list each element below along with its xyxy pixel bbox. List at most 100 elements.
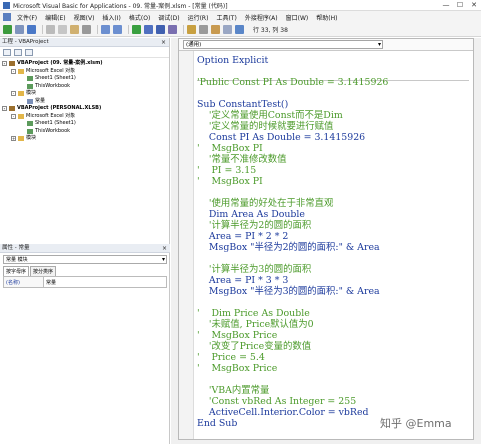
design-mode-icon[interactable]: [168, 25, 177, 34]
object-dropdown[interactable]: (通用): [183, 40, 383, 49]
expand-icon[interactable]: +: [11, 136, 16, 142]
maximize-button[interactable]: ☐: [453, 0, 467, 11]
tree-node[interactable]: + 模块: [2, 135, 167, 143]
menu-tools[interactable]: 工具(T): [216, 13, 236, 22]
close-icon[interactable]: ×: [161, 38, 166, 47]
code-line[interactable]: ' MsgBox PI: [197, 143, 263, 154]
tree-node[interactable]: 常量: [2, 98, 167, 106]
code-line[interactable]: '改变了Price变量的数值: [197, 341, 311, 352]
toggle-folders-icon[interactable]: [25, 48, 33, 56]
code-line[interactable]: ' MsgBox PI: [197, 176, 263, 187]
toolbar-separator: [97, 25, 98, 34]
tree-node[interactable]: - 模块: [2, 90, 167, 98]
code-line[interactable]: '常量不准修改数值: [197, 154, 287, 165]
folder-icon: [18, 113, 24, 119]
code-line[interactable]: End Sub: [197, 418, 237, 429]
tree-node[interactable]: Sheet1 (Sheet1): [2, 75, 167, 83]
code-margin[interactable]: [179, 51, 194, 439]
collapse-icon[interactable]: -: [11, 113, 16, 119]
code-line[interactable]: '计算半径为2的圆的面积: [197, 220, 311, 231]
code-line[interactable]: ' Price = 5.4: [197, 352, 265, 363]
menu-window[interactable]: 窗口(W): [286, 13, 309, 22]
standard-toolbar: 行 33, 列 38: [0, 23, 481, 37]
code-line[interactable]: Sub ConstantTest(): [197, 99, 288, 110]
tree-node[interactable]: Sheet1 (Sheet1): [2, 120, 167, 128]
sheet-icon: [27, 128, 33, 134]
code-line[interactable]: Option Explicit: [197, 55, 268, 66]
minimize-button[interactable]: —: [439, 0, 453, 11]
menu-edit[interactable]: 编辑(E): [45, 13, 65, 22]
object-browser-icon[interactable]: [211, 25, 220, 34]
paste-icon[interactable]: [70, 25, 79, 34]
tab-categorized[interactable]: 按分类序: [30, 266, 57, 276]
code-line[interactable]: Dim Area As Double: [197, 209, 305, 220]
menu-run[interactable]: 运行(R): [188, 13, 209, 22]
code-line[interactable]: '定义常量使用Const而不是Dim: [197, 110, 343, 121]
code-editor[interactable]: Option Explicit 'Public Const PI As Doubl…: [197, 55, 469, 439]
view-object-icon[interactable]: [14, 48, 22, 56]
find-icon[interactable]: [82, 25, 91, 34]
sheet-icon: [27, 83, 33, 89]
properties-window-icon[interactable]: [199, 25, 208, 34]
collapse-icon[interactable]: -: [11, 68, 16, 74]
save-icon[interactable]: [27, 25, 36, 34]
code-line[interactable]: Const PI As Double = 3.1415926: [197, 132, 365, 143]
collapse-icon[interactable]: -: [11, 91, 16, 97]
code-line[interactable]: ' MsgBox Price: [197, 363, 277, 374]
menu-insert[interactable]: 插入(I): [102, 13, 120, 22]
code-line[interactable]: MsgBox "半径为3的圆的面积:" & Area: [197, 286, 380, 297]
code-line[interactable]: '定义常量的时候就要进行赋值: [197, 121, 333, 132]
tree-node[interactable]: - VBAProject (PERSONAL.XLSB): [2, 105, 167, 113]
break-icon[interactable]: [144, 25, 153, 34]
tree-node[interactable]: - Microsoft Excel 对象: [2, 68, 167, 76]
code-line[interactable]: 'VBA内置常量: [197, 385, 270, 396]
code-line[interactable]: '未赋值, Price默认值为0: [197, 319, 314, 330]
menu-addins[interactable]: 外接程序(A): [245, 13, 278, 22]
cut-icon[interactable]: [46, 25, 55, 34]
toolbar-separator: [183, 25, 184, 34]
code-line[interactable]: ' Dim Price As Double: [197, 308, 310, 319]
undo-icon[interactable]: [101, 25, 110, 34]
collapse-icon[interactable]: -: [2, 61, 7, 67]
reset-icon[interactable]: [156, 25, 165, 34]
code-line[interactable]: ' MsgBox Price: [197, 330, 277, 341]
copy-icon[interactable]: [58, 25, 67, 34]
properties-panel: 属性 - 常量 × 常量 模块 按字母序 按分类序 (名称) 常量: [0, 244, 170, 288]
tree-node-label: 模块: [26, 135, 37, 141]
excel-icon[interactable]: [3, 13, 11, 21]
close-icon[interactable]: ×: [162, 244, 167, 253]
menu-format[interactable]: 格式(O): [129, 13, 150, 22]
close-button[interactable]: ✕: [467, 0, 481, 11]
object-selector[interactable]: 常量 模块: [3, 255, 167, 264]
tab-alphabetic[interactable]: 按字母序: [3, 266, 30, 276]
view-excel-icon[interactable]: [3, 25, 12, 34]
property-value[interactable]: 常量: [44, 277, 58, 287]
code-line[interactable]: Area = PI * 2 * 2: [197, 231, 288, 242]
insert-module-icon[interactable]: [15, 25, 24, 34]
tree-node[interactable]: - Microsoft Excel 对象: [2, 113, 167, 121]
tree-node[interactable]: - VBAProject (09. 常量-案例.xlsm): [2, 60, 167, 68]
run-icon[interactable]: [132, 25, 141, 34]
project-explorer-icon[interactable]: [187, 25, 196, 34]
menu-help[interactable]: 帮助(H): [316, 13, 337, 22]
code-line[interactable]: 'Public Const PI As Double = 3.1415926: [197, 77, 388, 88]
code-line[interactable]: '计算半径为3的圆的面积: [197, 264, 311, 275]
menu-debug[interactable]: 调试(D): [158, 13, 179, 22]
project-tree[interactable]: - VBAProject (09. 常量-案例.xlsm) - Microsoft E…: [0, 58, 169, 234]
help-icon[interactable]: [235, 25, 244, 34]
code-line[interactable]: MsgBox "半径为2的圆的面积:" & Area: [197, 242, 380, 253]
tree-node[interactable]: ThisWorkbook: [2, 128, 167, 136]
menu-view[interactable]: 视图(V): [74, 13, 95, 22]
code-line[interactable]: Area = PI * 3 * 3: [197, 275, 288, 286]
code-line[interactable]: 'Const vbRed As Integer = 255: [197, 396, 356, 407]
menu-file[interactable]: 文件(F): [17, 13, 37, 22]
view-code-icon[interactable]: [3, 48, 11, 56]
redo-icon[interactable]: [113, 25, 122, 34]
collapse-icon[interactable]: -: [2, 106, 7, 112]
code-line[interactable]: ' PI = 3.15: [197, 165, 256, 176]
toolbox-icon[interactable]: [223, 25, 232, 34]
tree-node[interactable]: ThisWorkbook: [2, 83, 167, 91]
code-window-toolbar: (通用): [179, 39, 473, 51]
code-line[interactable]: ActiveCell.Interior.Color = vbRed: [197, 407, 369, 418]
code-line[interactable]: '使用常量的好处在于非常直观: [197, 198, 333, 209]
